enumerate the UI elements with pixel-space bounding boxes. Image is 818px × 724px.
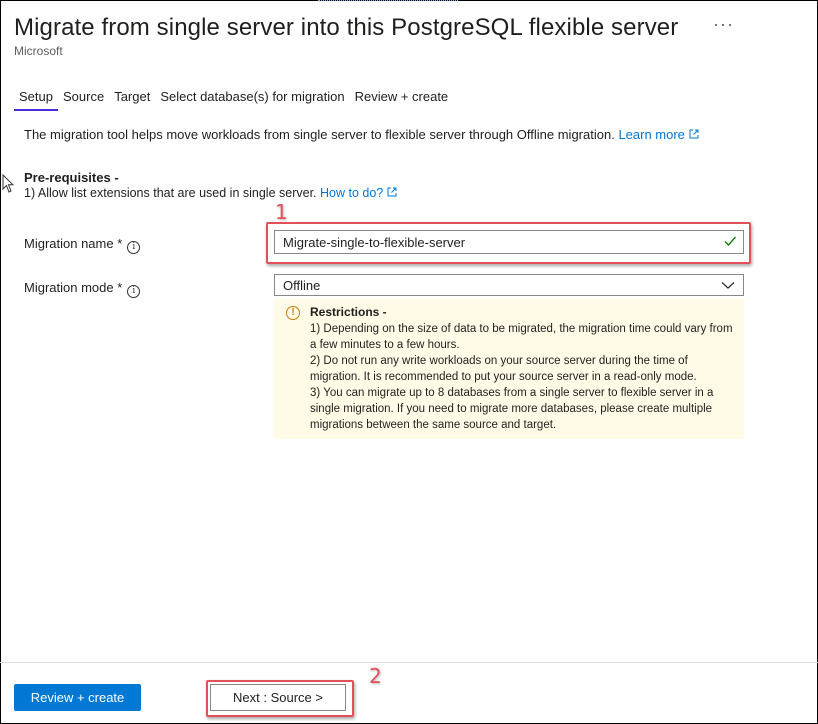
migration-name-label: Migration name * i [24,236,141,254]
intro-text-row: The migration tool helps move workloads … [24,127,699,142]
restrictions-notice: ! Restrictions - 1) Depending on the siz… [274,299,744,439]
prerequisites-item-text: 1) Allow list extensions that are used i… [24,186,317,200]
migration-mode-label-text: Migration mode * [24,280,123,295]
migration-mode-value: Offline [283,278,321,293]
how-to-do-label: How to do? [320,186,384,200]
info-icon[interactable]: i [127,285,141,298]
learn-more-label: Learn more [618,127,685,142]
external-link-icon [387,187,397,197]
more-actions-button[interactable]: ··· [713,14,734,35]
publisher-label: Microsoft [14,44,63,58]
migration-mode-dropdown[interactable]: Offline [274,274,744,296]
tab-setup[interactable]: Setup [14,89,58,111]
restrictions-heading: Restrictions - [310,305,387,319]
external-link-icon [689,129,699,139]
tab-source[interactable]: Source [58,89,109,108]
annotation-number-2: 2 [369,664,382,688]
footer-divider [0,662,818,663]
tab-target[interactable]: Target [109,89,155,108]
prerequisites-item: 1) Allow list extensions that are used i… [24,186,397,200]
chevron-down-icon [721,282,735,289]
review-create-button[interactable]: Review + create [14,684,141,711]
wizard-tabs: Setup Source Target Select database(s) f… [14,89,454,111]
restrictions-body: 1) Depending on the size of data to be m… [310,321,736,433]
annotation-number-1: 1 [275,200,288,224]
how-to-do-link[interactable]: How to do? [320,186,397,200]
info-icon[interactable]: i [127,241,141,254]
annotation-highlight-2 [206,680,354,717]
warning-icon: ! [286,306,300,320]
mouse-cursor-icon [2,174,14,193]
learn-more-link[interactable]: Learn more [618,127,699,142]
tab-review-create[interactable]: Review + create [350,89,454,108]
page-title: Migrate from single server into this Pos… [14,14,679,41]
migration-mode-label: Migration mode * i [24,280,141,298]
annotation-highlight-1 [266,222,751,264]
restriction-item: 3) You can migrate up to 8 databases fro… [310,387,714,431]
intro-text: The migration tool helps move workloads … [24,127,615,142]
restriction-item: 1) Depending on the size of data to be m… [310,323,733,351]
restriction-item: 2) Do not run any write workloads on you… [310,355,697,383]
top-edge-fragment [318,0,458,4]
migration-name-label-text: Migration name * [24,236,123,251]
prerequisites-heading: Pre-requisites - [24,170,119,185]
tab-select-databases[interactable]: Select database(s) for migration [155,89,349,108]
